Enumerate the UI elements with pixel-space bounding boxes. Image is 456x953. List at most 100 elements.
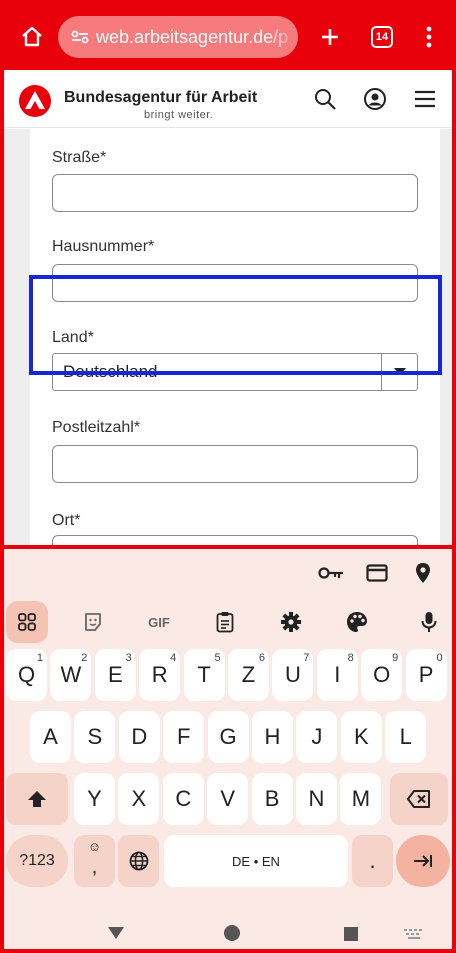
key-hint: 7 [303,652,310,664]
agency-logo-icon[interactable] [18,84,52,118]
key-t-label: T [197,662,211,687]
home-icon[interactable] [12,17,52,57]
postal-code-input[interactable] [52,445,418,483]
mic-icon[interactable] [408,601,450,643]
city-label: Ort* [52,512,81,529]
focus-highlight [29,275,442,375]
site-tagline: bringt weiter. [144,109,214,121]
symbols-key-label: ?123 [19,852,55,869]
house-number-label: Hausnummer* [52,238,155,255]
key-k[interactable]: K [340,711,382,763]
tab-next-icon [414,855,432,867]
key-g[interactable]: G [207,711,249,763]
key-b[interactable]: B [251,773,293,825]
key-q[interactable]: Q1 [6,649,47,701]
key-x[interactable]: X [118,773,160,825]
key-w[interactable]: W2 [50,649,92,701]
key-o[interactable]: O9 [361,649,403,701]
key-l[interactable]: L [385,711,427,763]
key-y[interactable]: Y [74,773,115,825]
gif-button[interactable]: GIF [138,601,180,643]
key-r[interactable]: R4 [139,649,181,701]
key-f[interactable]: F [163,711,205,763]
key-p[interactable]: P0 [405,649,447,701]
key-t[interactable]: T5 [183,649,225,701]
url-bar[interactable]: web.arbeitsagentur.de/p [58,16,298,58]
space-key[interactable]: DE • EN [164,835,348,887]
key-m[interactable]: M [340,773,382,825]
key-z[interactable]: Z6 [228,649,269,701]
key-u[interactable]: U7 [272,649,314,701]
key-v[interactable]: V [207,773,249,825]
sticker-icon[interactable] [72,601,114,643]
settings-icon[interactable] [270,601,312,643]
key-s-label: S [87,724,103,749]
key-c-label: C [175,786,192,811]
key-s[interactable]: S [74,711,116,763]
back-nav-icon[interactable] [108,927,124,939]
backspace-icon [407,790,430,808]
tab-count: 14 [371,26,393,48]
key-a-label: A [43,724,58,749]
key-f-label: F [176,724,191,749]
keyboard-hide-icon[interactable] [404,929,424,939]
location-pin-icon[interactable] [400,549,446,597]
key-hint: 1 [36,652,43,664]
account-icon[interactable] [360,84,390,114]
key-q-label: Q [17,662,36,687]
space-key-label: DE • EN [232,853,280,869]
key-hint: 0 [436,652,443,664]
new-tab-icon[interactable] [310,17,350,57]
palette-icon[interactable] [336,601,378,643]
key-b-label: B [264,786,280,811]
apps-grid-icon[interactable] [6,601,48,643]
hamburger-menu-icon[interactable] [410,84,440,114]
key-e[interactable]: E3 [94,649,136,701]
search-icon[interactable] [310,84,340,114]
key-e-label: E [107,662,123,687]
enter-key[interactable] [396,835,450,887]
key-z-label: Z [241,662,256,687]
key-icon[interactable] [308,549,354,597]
key-hint: 6 [258,652,265,664]
key-j-label: J [311,724,323,749]
key-y-label: Y [87,786,102,811]
key-i[interactable]: I8 [316,649,358,701]
key-n-label: N [308,786,325,811]
tab-switcher-button[interactable]: 14 [362,17,402,57]
key-j[interactable]: J [296,711,338,763]
shift-key[interactable] [6,773,68,825]
key-w-label: W [60,662,82,687]
street-input[interactable] [52,174,418,212]
period-key-label: . [369,848,376,873]
key-h-label: H [264,724,281,749]
key-x-label: X [131,786,147,811]
key-h[interactable]: H [252,711,293,763]
site-header: Bundesagentur für Arbeit bringt weiter. [4,70,452,128]
recents-nav-icon[interactable] [344,927,358,941]
key-c[interactable]: C [162,773,204,825]
site-brand-name[interactable]: Bundesagentur für Arbeit [64,89,257,107]
period-key[interactable]: . [352,835,393,887]
key-d[interactable]: D [118,711,160,763]
home-nav-icon[interactable] [224,925,240,941]
language-key[interactable] [118,835,159,887]
backspace-key[interactable] [390,773,448,825]
site-settings-icon[interactable] [70,27,90,47]
card-icon[interactable] [354,549,400,597]
key-k-label: K [353,724,369,749]
key-hint: 8 [347,652,354,664]
key-hint: 3 [125,652,132,664]
key-hint: 2 [81,652,88,664]
clipboard-icon[interactable] [204,601,246,643]
key-a[interactable]: A [30,711,71,763]
symbols-key[interactable]: ?123 [6,835,68,887]
street-label: Straße* [52,149,107,166]
more-menu-icon[interactable] [414,17,444,57]
key-hint: 4 [170,652,177,664]
url-text: web.arbeitsagentur.de/p [96,26,289,47]
globe-icon [129,851,148,871]
soft-keyboard: GIF Q1W2E3R4T5Z6U7I8O9P0ASDFGHJKLYXCVBNM… [4,549,452,949]
key-n[interactable]: N [296,773,337,825]
emoji-comma-key[interactable]: ☺, [74,835,115,887]
